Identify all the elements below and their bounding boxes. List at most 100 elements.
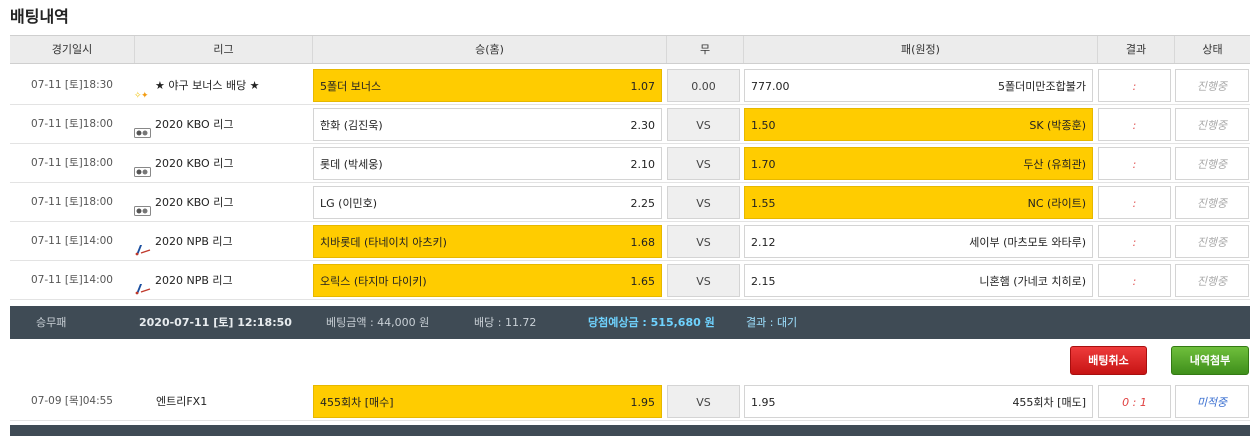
- home-team-name: 롯데 (박세웅): [320, 158, 383, 171]
- header-time: 경기일시: [51, 43, 93, 56]
- league-label: ★ 야구 보너스 배당 ★: [155, 79, 260, 92]
- table-header: 경기일시 리그 승(홈) 무 패(원정) 결과 상태: [10, 35, 1250, 64]
- home-odds-value: 1.68: [630, 236, 656, 249]
- league-name: ✧ ✦ ★ 야구 보너스 배당 ★: [134, 69, 310, 102]
- header-home: 승(홈): [312, 36, 666, 63]
- summary-date: 2020-07-11 [토] 12:18:50: [139, 316, 292, 329]
- summary-amount: 베팅금액 : 44,000 원: [326, 316, 430, 329]
- home-odds-value: 1.07: [630, 80, 656, 93]
- league-name: 2020 KBO 리그: [134, 186, 310, 219]
- away-team-name: 5폴더미만조합불가: [998, 80, 1086, 93]
- result-value: :: [1098, 108, 1171, 141]
- home-team-name: 5폴더 보너스: [320, 80, 382, 93]
- away-odds-value: 2.15: [751, 275, 776, 288]
- kbo-logo-icon: [134, 119, 151, 138]
- home-odds-value: 2.25: [630, 197, 656, 210]
- status-value: 진행중: [1175, 69, 1249, 102]
- status-value: 진행중: [1175, 225, 1249, 258]
- summary-expected-win: 당첨예상금 : 515,680 원: [588, 316, 715, 329]
- table-row: 07-11 [토]18:00 2020 KBO 리그 한화 (김진욱) 2.30 VS 1…: [10, 105, 1250, 144]
- away-odds-button[interactable]: 2.15 니혼햄 (가네코 치히로): [744, 264, 1093, 297]
- kbo-logo-icon: [134, 197, 151, 216]
- home-odds-button[interactable]: 455회차 [매수] 1.95: [313, 385, 662, 418]
- result-value: :: [1098, 147, 1171, 180]
- cancel-bet-button[interactable]: 배팅취소: [1070, 346, 1147, 375]
- summary-type: 승무패: [36, 316, 67, 329]
- home-team-name: 치바롯데 (타네이치 아츠키): [320, 236, 447, 249]
- header-status: 상태: [1174, 36, 1250, 63]
- home-odds-button[interactable]: 치바롯데 (타네이치 아츠키) 1.68: [313, 225, 662, 258]
- draw-odds-button[interactable]: VS: [667, 186, 740, 219]
- header-result: 결과: [1097, 36, 1174, 63]
- draw-odds-button[interactable]: VS: [667, 108, 740, 141]
- status-value: 진행중: [1175, 186, 1249, 219]
- league-label: 2020 NPB 리그: [155, 274, 233, 287]
- away-odds-value: 1.70: [751, 158, 776, 171]
- draw-odds-button[interactable]: VS: [667, 147, 740, 180]
- table-row: 07-11 [토]14:00 2020 NPB 리그 오릭스 (타지마 다이키) 1.…: [10, 261, 1250, 300]
- status-value: 진행중: [1175, 147, 1249, 180]
- draw-odds-button[interactable]: 0.00: [667, 69, 740, 102]
- game-time: 07-11 [토]18:00: [31, 157, 113, 169]
- result-value: :: [1098, 186, 1171, 219]
- away-odds-value: 1.95: [751, 396, 776, 409]
- league-label: 2020 KBO 리그: [155, 196, 234, 209]
- draw-odds-button[interactable]: VS: [667, 225, 740, 258]
- game-time: 07-11 [토]14:00: [31, 235, 113, 247]
- home-odds-value: 2.30: [630, 119, 656, 132]
- home-team-name: 455회차 [매수]: [320, 396, 394, 409]
- kbo-logo-icon: [134, 158, 151, 177]
- away-team-name: SK (박종훈): [1029, 119, 1086, 132]
- away-team-name: NC (라이트): [1027, 197, 1086, 210]
- npb-logo-icon: [134, 275, 151, 294]
- away-team-name: 두산 (유희관): [1023, 158, 1086, 171]
- attach-history-button[interactable]: 내역첨부: [1171, 346, 1249, 375]
- home-odds-button[interactable]: LG (이민호) 2.25: [313, 186, 662, 219]
- league-name: 2020 NPB 리그: [134, 264, 310, 297]
- home-odds-button[interactable]: 오릭스 (타지마 다이키) 1.65: [313, 264, 662, 297]
- league-name: 2020 KBO 리그: [134, 147, 310, 180]
- draw-odds-button[interactable]: VS: [667, 385, 740, 418]
- home-odds-button[interactable]: 롯데 (박세웅) 2.10: [313, 147, 662, 180]
- league-name: 2020 KBO 리그: [134, 108, 310, 141]
- away-odds-button[interactable]: 1.55 NC (라이트): [744, 186, 1093, 219]
- game-time: 07-11 [토]14:00: [31, 274, 113, 286]
- league-label: 2020 KBO 리그: [155, 157, 234, 170]
- away-odds-button[interactable]: 1.70 두산 (유희관): [744, 147, 1093, 180]
- table-row: 07-09 [목]04:55 엔트리FX1 455회차 [매수] 1.95 VS…: [10, 382, 1250, 421]
- away-odds-value: 2.12: [751, 236, 776, 249]
- home-odds-value: 1.95: [630, 396, 656, 409]
- away-team-name: 455회차 [매도]: [1012, 396, 1086, 409]
- status-value: 진행중: [1175, 264, 1249, 297]
- game-time: 07-11 [토]18:00: [31, 196, 113, 208]
- header-league: 리그: [134, 36, 312, 63]
- star-icon: ✧ ✦: [134, 80, 151, 101]
- header-draw: 무: [666, 36, 743, 63]
- draw-odds-button[interactable]: VS: [667, 264, 740, 297]
- home-odds-value: 2.10: [630, 158, 656, 171]
- away-team-name: 니혼햄 (가네코 치히로): [979, 275, 1086, 288]
- league-name: 엔트리FX1: [134, 385, 310, 418]
- away-odds-button[interactable]: 1.50 SK (박종훈): [744, 108, 1093, 141]
- away-odds-value: 1.50: [751, 119, 776, 132]
- game-time: 07-09 [목]04:55: [31, 395, 113, 407]
- game-time: 07-11 [토]18:00: [31, 118, 113, 130]
- status-value: 진행중: [1175, 108, 1249, 141]
- npb-logo-icon: [134, 236, 151, 255]
- header-away: 패(원정): [743, 36, 1097, 63]
- home-odds-button[interactable]: 한화 (김진욱) 2.30: [313, 108, 662, 141]
- home-odds-button[interactable]: 5폴더 보너스 1.07: [313, 69, 662, 102]
- away-odds-button[interactable]: 2.12 세이부 (마츠모토 와타루): [744, 225, 1093, 258]
- home-team-name: 오릭스 (타지마 다이키): [320, 275, 427, 288]
- home-odds-value: 1.65: [630, 275, 656, 288]
- page-title: 배팅내역: [10, 7, 69, 26]
- table-row: 07-11 [토]18:00 2020 KBO 리그 롯데 (박세웅) 2.10 VS 1…: [10, 144, 1250, 183]
- summary-odds: 배당 : 11.72: [474, 316, 537, 329]
- league-label: 엔트리FX1: [156, 395, 208, 408]
- away-odds-button[interactable]: 777.00 5폴더미만조합불가: [744, 69, 1093, 102]
- away-odds-button[interactable]: 1.95 455회차 [매도]: [744, 385, 1093, 418]
- result-value: 0 : 1: [1098, 385, 1171, 418]
- league-label: 2020 KBO 리그: [155, 118, 234, 131]
- result-value: :: [1098, 264, 1171, 297]
- league-label: 2020 NPB 리그: [155, 235, 233, 248]
